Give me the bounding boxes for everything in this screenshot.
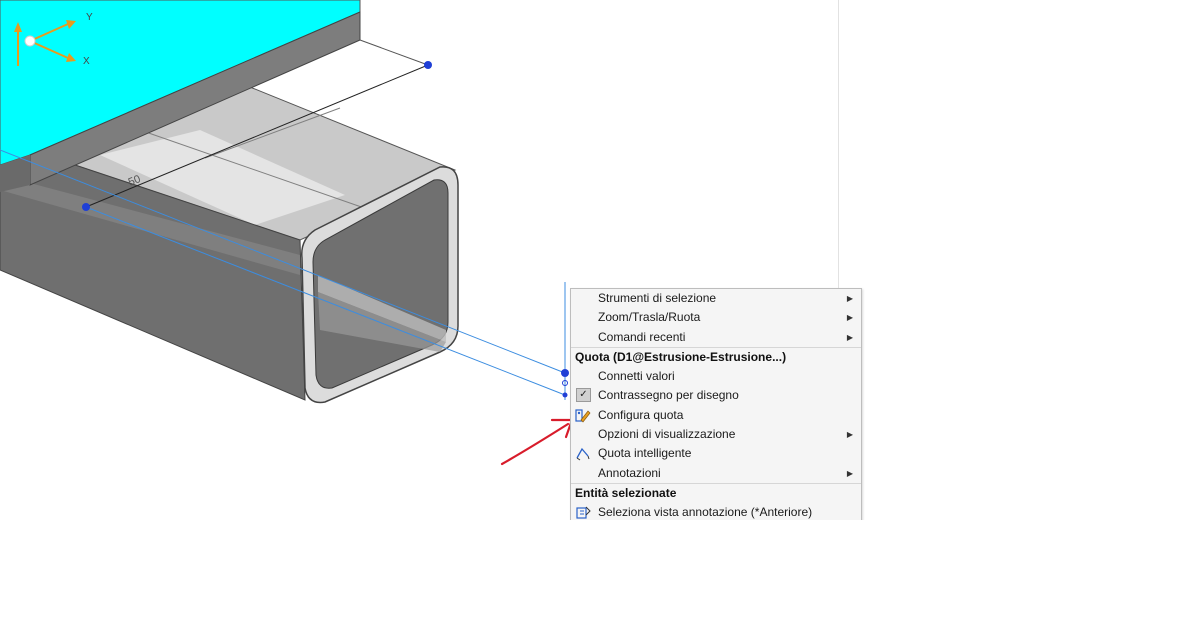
menu-item-selection-tools[interactable]: Strumenti di selezione ▶ [571, 289, 861, 308]
task-pane-edge [838, 0, 866, 290]
dimension-handle-top[interactable] [424, 61, 432, 69]
coordinate-triad[interactable]: Y X [6, 8, 96, 78]
annotation-arrow [500, 422, 570, 466]
submenu-arrow-icon: ▶ [846, 294, 853, 303]
submenu-arrow-icon: ▶ [846, 430, 853, 440]
menu-section-header-dimension: Quota (D1@Estrusione-Estrusione...) [575, 349, 787, 364]
menu-item-link-values[interactable]: Connetti valori [571, 367, 861, 386]
menu-item-zoom-pan-rotate[interactable]: Zoom/Trasla/Ruota ▶ [571, 308, 861, 327]
x-axis-label: X [83, 56, 90, 67]
menu-section-header-selected-entities: Entità selezionate [575, 485, 677, 500]
annotation-view-icon [576, 506, 591, 519]
menu-item-recent-commands[interactable]: Comandi recenti ▶ [571, 328, 861, 348]
dimension-handle-right[interactable] [561, 369, 569, 377]
context-menu: Strumenti di selezione ▶ Zoom/Trasla/Ruo… [570, 288, 862, 520]
submenu-arrow-icon: ▶ [846, 332, 853, 342]
checkbox-checked-icon[interactable]: ✓ [576, 388, 591, 403]
smart-dimension-icon [576, 448, 590, 461]
menu-item-display-options[interactable]: Opzioni di visualizzazione ▶ [571, 425, 861, 444]
dimension-handle-left[interactable] [82, 203, 90, 211]
y-axis-label: Y [86, 12, 93, 23]
graphics-viewport[interactable]: 50 Y X Strumenti di selezione ▶ Zoom/Tra… [0, 0, 866, 520]
menu-item-smart-dimension[interactable]: Quota intelligente [571, 444, 861, 463]
configure-dimension-icon [575, 409, 591, 423]
submenu-arrow-icon: ▶ [846, 468, 853, 478]
submenu-arrow-icon: ▶ [846, 313, 853, 323]
menu-item-mark-for-drawing[interactable]: ✓ Contrassegno per disegno [571, 386, 861, 405]
menu-item-annotations[interactable]: Annotazioni ▶ [571, 464, 861, 484]
menu-item-select-annotation-view[interactable]: Seleziona vista annotazione (*Anteriore) [571, 503, 861, 520]
menu-item-configure-dimension[interactable]: Configura quota [571, 406, 861, 425]
